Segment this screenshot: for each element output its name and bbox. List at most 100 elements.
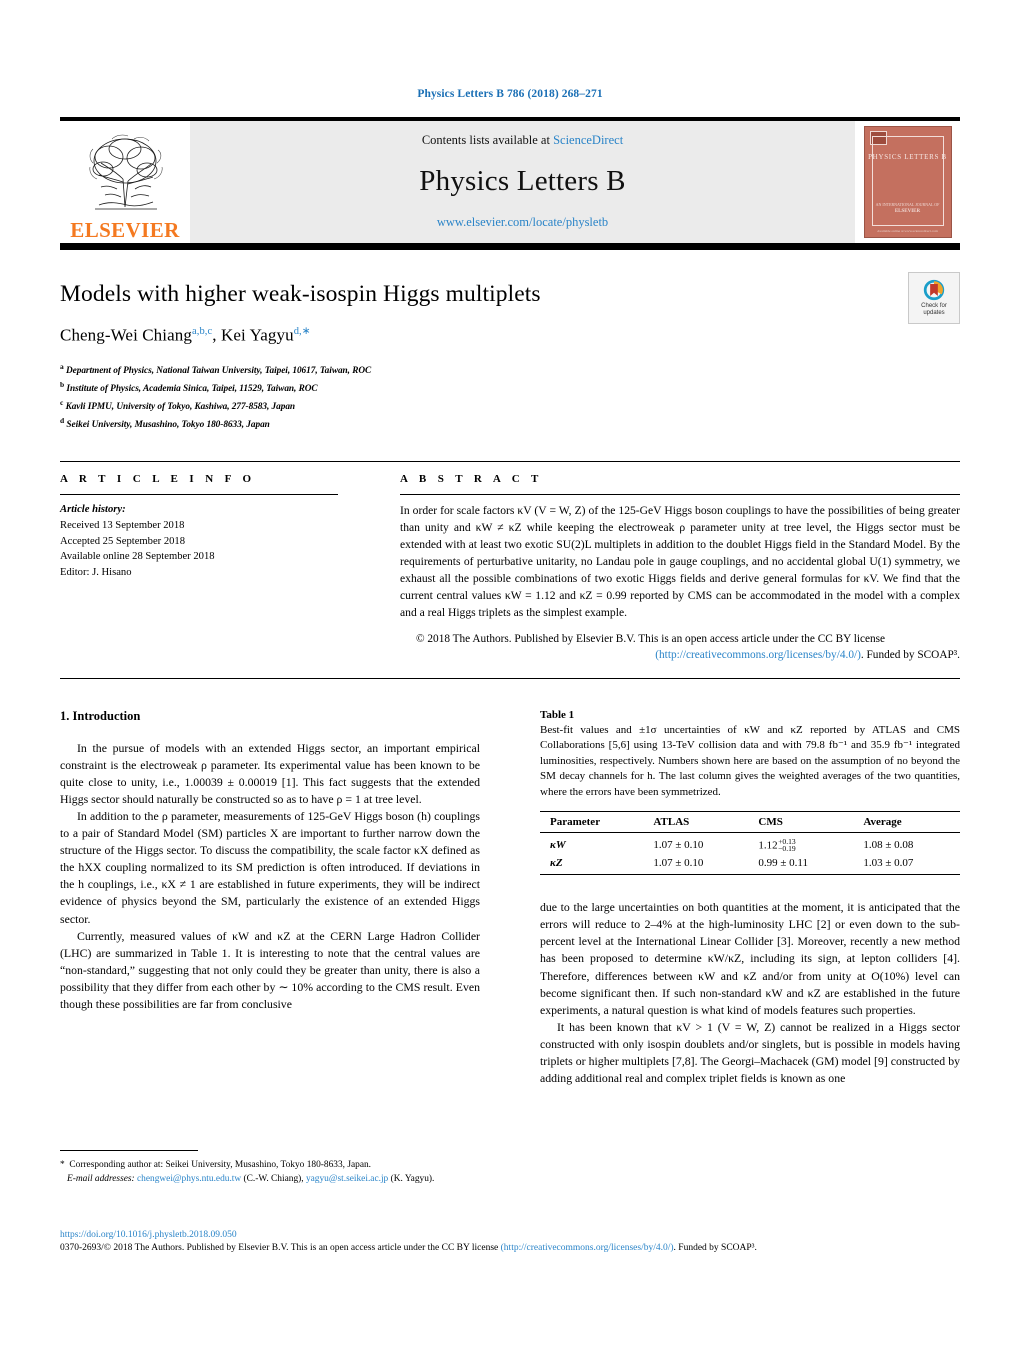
column-header-average: Average [863, 810, 960, 833]
abstract-bottom-rule [60, 677, 960, 679]
affiliation-text: Seikei University, Musashino, Tokyo 180-… [66, 420, 270, 431]
doi-line: https://doi.org/10.1016/j.physletb.2018.… [60, 1230, 960, 1240]
elsevier-logo: ELSEVIER [60, 121, 190, 243]
email-owner-chiang: (C.-W. Chiang), [243, 1174, 304, 1185]
cover-bottom-line: Available online at www.sciencedirect.co… [877, 229, 938, 233]
affiliation-mark: b [60, 379, 65, 389]
paragraph-intro-3: Currently, measured values of κW and κZ … [60, 928, 480, 1012]
received-date: Received 13 September 2018 [60, 519, 185, 531]
issn-copyright-line: 0370-2693/© 2018 The Authors. Published … [60, 1241, 960, 1255]
cell-atlas: 1.07 ± 0.10 [653, 839, 704, 852]
column-header-atlas: ATLAS [653, 810, 759, 833]
author-affil-marks: d,∗ [293, 326, 311, 338]
copyright-tail: . Funded by SCOAP³. [860, 649, 960, 662]
masthead-center: Contents lists available at ScienceDirec… [190, 121, 855, 243]
available-online-date: Available online 28 September 2018 [60, 551, 215, 563]
footnote-corresponding-author: * Corresponding author at: Seikei Univer… [60, 1158, 480, 1172]
cell-parameter: κW [550, 839, 566, 852]
paragraph-intro-5: It has been known that κV > 1 (V = W, Z)… [540, 1019, 960, 1086]
cms-asym-uncertainty: +0.13 −0.19 [778, 837, 796, 854]
elsevier-tree-icon [89, 134, 163, 210]
contents-prefix: Contents lists available at [421, 133, 554, 147]
author-name[interactable]: Cheng-Wei Chiang [60, 326, 192, 345]
journal-masthead: ELSEVIER Contents lists available at Sci… [60, 121, 960, 243]
funded-by-text: . Funded by SCOAP³. [673, 1243, 757, 1253]
affiliation-list: a Department of Physics, National Taiwan… [60, 361, 960, 434]
article-info-column: A R T I C L E I N F O Article history: R… [60, 462, 338, 663]
table-header-row: Parameter ATLAS CMS Average [540, 810, 960, 833]
table-row: κZ 1.07 ± 0.10 0.99 ± 0.11 1.03 ± 0.07 [540, 855, 960, 876]
cell-parameter: κZ [540, 855, 654, 876]
title-block: Models with higher weak-isospin Higgs mu… [60, 250, 960, 433]
footnote-rule [60, 1150, 198, 1151]
cell-average: 1.03 ± 0.07 [863, 855, 960, 876]
cell-atlas: 1.07 ± 0.10 [653, 855, 759, 876]
crossmark-icon [923, 279, 945, 300]
cc-license-link-footer[interactable]: (http://creativecommons.org/licenses/by/… [501, 1243, 674, 1253]
table-label: Table 1 [540, 708, 575, 721]
affiliation-item: d Seikei University, Musashino, Tokyo 18… [60, 415, 960, 433]
body-column-right: Table 1 Best-fit values and ±1σ uncertai… [540, 709, 960, 1088]
elsevier-wordmark: ELSEVIER [70, 218, 180, 242]
section-heading-introduction: 1. Introduction [60, 708, 141, 723]
abstract-column: A B S T R A C T In order for scale facto… [338, 462, 960, 663]
footnote-emails: E-mail addresses: chengwei@phys.ntu.edu.… [60, 1172, 480, 1186]
affiliation-item: b Institute of Physics, Academia Sinica,… [60, 379, 960, 397]
cms-central-value: 1.12 [758, 839, 778, 852]
masthead-bottom-rule [60, 243, 960, 250]
column-header-cms: CMS [758, 810, 864, 833]
email-link-yagyu[interactable]: yagyu@st.seikei.ac.jp [306, 1174, 388, 1184]
body-columns: 1. Introduction In the pursue of models … [60, 709, 960, 1088]
affiliation-mark: d [60, 416, 65, 426]
affiliation-item: a Department of Physics, National Taiwan… [60, 361, 960, 379]
abstract-copyright: © 2018 The Authors. Published by Elsevie… [400, 631, 960, 664]
journal-title: Physics Letters B [419, 165, 626, 197]
contents-available-line: Contents lists available at ScienceDirec… [422, 133, 623, 148]
crossmark-badge[interactable]: Check for updates [908, 272, 960, 324]
paragraph-intro-4: due to the large uncertainties on both q… [540, 900, 960, 1017]
asterisk-icon: * [60, 1160, 65, 1170]
page-title: Models with higher weak-isospin Higgs mu… [60, 281, 541, 307]
article-history-label: Article history: [60, 504, 126, 516]
cell-cms: 1.12 +0.13 −0.19 [758, 832, 863, 855]
doi-license-block: https://doi.org/10.1016/j.physletb.2018.… [60, 1230, 960, 1255]
cover-footer: AN INTERNATIONAL JOURNAL OF ELSEVIER [865, 202, 951, 216]
author-separator: , [212, 325, 221, 345]
affiliation-mark: a [60, 361, 64, 371]
affiliation-item: c Kavli IPMU, University of Tokyo, Kashi… [60, 397, 960, 415]
corresponding-author-text: Corresponding author at: Seikei Universi… [69, 1160, 372, 1170]
footnote-area: * Corresponding author at: Seikei Univer… [60, 1150, 480, 1186]
affiliation-text: Institute of Physics, Academia Sinica, T… [66, 384, 318, 395]
body-column-left: 1. Introduction In the pursue of models … [60, 709, 480, 1088]
paragraph-intro-2: In addition to the ρ parameter, measurem… [60, 808, 480, 926]
sciencedirect-link[interactable]: ScienceDirect [553, 133, 623, 147]
affiliation-text: Kavli IPMU, University of Tokyo, Kashiwa… [65, 402, 296, 413]
email-label: E-mail addresses: [67, 1174, 135, 1185]
cover-image: PHYSICS LETTERS B AN INTERNATIONAL JOURN… [863, 126, 952, 238]
email-link-chiang[interactable]: chengwei@phys.ntu.edu.tw [137, 1174, 241, 1184]
article-history: Article history: Received 13 September 2… [60, 495, 338, 580]
copyright-lead: © 2018 The Authors. Published by Elsevie… [416, 632, 886, 645]
abstract-text: In order for scale factors κV (V = W, Z)… [400, 504, 960, 619]
accepted-date: Accepted 25 September 2018 [60, 535, 186, 547]
cover-journal-title: PHYSICS LETTERS B [868, 153, 947, 161]
table-caption: Best-fit values and ±1σ uncertainties of… [540, 723, 960, 799]
column-header-parameter: Parameter [540, 810, 654, 833]
table-row: κW 1.07 ± 0.10 1.12 +0.13 −0.19 1.08 ± 0.0… [540, 832, 960, 855]
affiliation-text: Department of Physics, National Taiwan U… [65, 365, 372, 376]
cms-uncertainty-lower: −0.19 [778, 844, 796, 854]
cell-cms: 0.99 ± 0.11 [758, 855, 864, 876]
paragraph-intro-1: In the pursue of models with an extended… [60, 740, 480, 806]
cover-footer-line2: ELSEVIER [894, 208, 921, 214]
author-list: Cheng-Wei Chianga,b,c, Kei Yagyud,∗ [60, 325, 960, 346]
cc-license-link[interactable]: (http://creativecommons.org/licenses/by/… [655, 649, 861, 661]
info-abstract-columns: A R T I C L E I N F O Article history: R… [60, 462, 960, 663]
journal-homepage-link[interactable]: www.elsevier.com/locate/physletb [437, 215, 608, 230]
cover-footer-line1: AN INTERNATIONAL JOURNAL OF [875, 201, 940, 207]
author-affil-marks: a,b,c [191, 326, 213, 338]
issn-copyright-text: 0370-2693/© 2018 The Authors. Published … [60, 1243, 501, 1253]
running-head: Physics Letters B 786 (2018) 268–271 [417, 88, 603, 100]
doi-link[interactable]: https://doi.org/10.1016/j.physletb.2018.… [60, 1230, 237, 1240]
author-name[interactable]: Kei Yagyu [221, 326, 294, 345]
article-info-heading: A R T I C L E I N F O [60, 473, 256, 486]
